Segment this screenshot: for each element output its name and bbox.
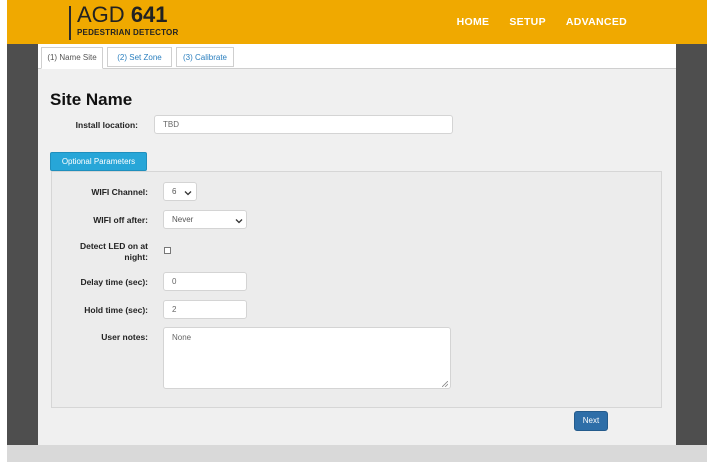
detect-led-checkbox[interactable] (164, 247, 171, 254)
step-tabs: (1) Name Site (2) Set Zone (3) Calibrate (38, 44, 676, 69)
detect-led-label-line2: night: (124, 252, 148, 262)
chevron-down-icon (184, 187, 192, 204)
install-location-input[interactable]: TBD (154, 115, 453, 134)
page-title: Site Name (50, 90, 133, 109)
optional-parameters-button[interactable]: Optional Parameters (50, 152, 147, 171)
logo: AGD 641 PEDESTRIAN DETECTOR (69, 3, 178, 40)
main-nav: HOME SETUP ADVANCED (457, 0, 627, 44)
bottom-bar (7, 445, 707, 462)
right-gutter (676, 44, 707, 445)
delay-time-input[interactable]: 0 (163, 272, 247, 291)
nav-home[interactable]: HOME (457, 16, 490, 28)
logo-prefix: AGD (77, 2, 125, 27)
install-location-label: Install location: (75, 120, 138, 130)
main-content: (1) Name Site (2) Set Zone (3) Calibrate… (38, 44, 676, 445)
logo-number: 641 (130, 2, 168, 27)
nav-setup[interactable]: SETUP (509, 16, 546, 28)
top-bar: AGD 641 PEDESTRIAN DETECTOR HOME SETUP A… (7, 0, 707, 44)
user-notes-textarea[interactable]: None (163, 327, 451, 389)
chevron-down-icon (235, 215, 243, 232)
hold-time-label: Hold time (sec): (84, 305, 148, 315)
tab-set-zone[interactable]: (2) Set Zone (107, 47, 172, 67)
logo-subtitle: PEDESTRIAN DETECTOR (77, 28, 179, 37)
wifi-off-value: Never (172, 215, 194, 224)
detect-led-label: Detect LED on at night: (58, 241, 148, 263)
nav-advanced[interactable]: ADVANCED (566, 16, 627, 28)
user-notes-label: User notes: (101, 332, 148, 342)
next-button[interactable]: Next (574, 411, 608, 431)
wifi-off-label: WIFI off after: (93, 215, 148, 225)
hold-time-input[interactable]: 2 (163, 300, 247, 319)
wifi-channel-value: 6 (172, 187, 177, 196)
left-gutter (7, 44, 38, 445)
user-notes-value: None (172, 333, 192, 342)
resize-grip-icon[interactable] (441, 380, 449, 388)
delay-time-label: Delay time (sec): (80, 277, 148, 287)
wifi-off-select[interactable]: Never (163, 210, 247, 229)
tab-name-site[interactable]: (1) Name Site (41, 47, 103, 69)
logo-title: AGD 641 (77, 3, 168, 27)
tab-calibrate[interactable]: (3) Calibrate (176, 47, 234, 67)
detect-led-label-line1: Detect LED on at (79, 241, 148, 251)
wifi-channel-label: WIFI Channel: (91, 187, 148, 197)
wifi-channel-select[interactable]: 6 (163, 182, 197, 201)
